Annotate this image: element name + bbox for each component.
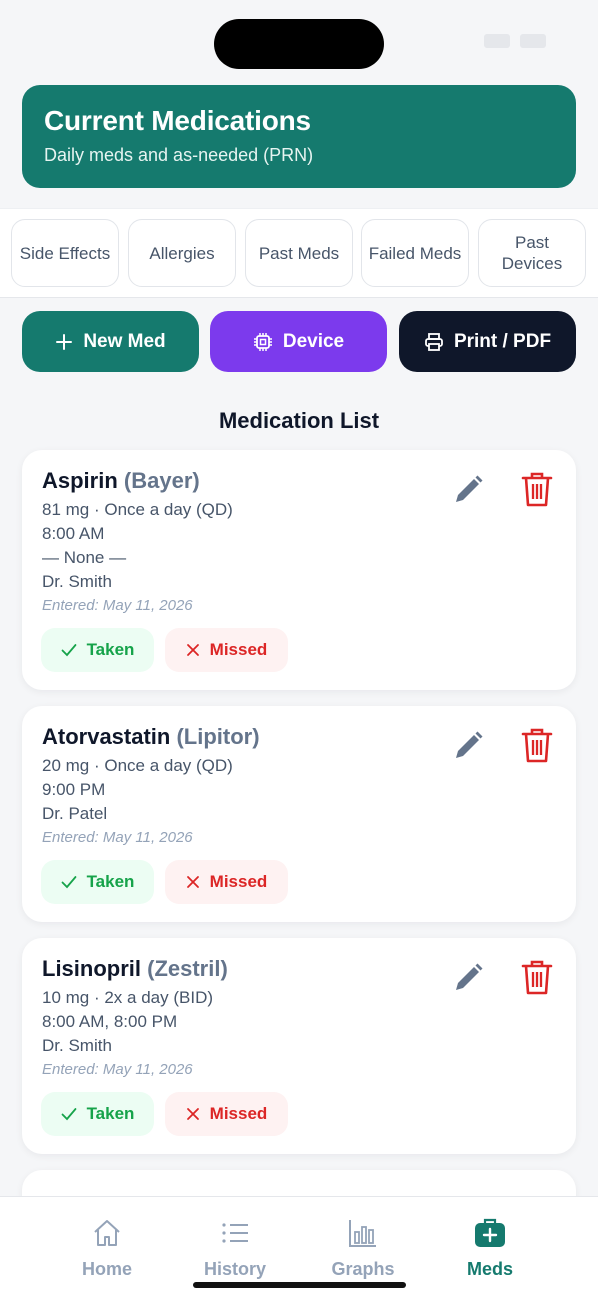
medication-card: Lisinopril (Zestril) 10 mg · 2x a day (B…: [22, 938, 576, 1154]
medication-card: Aspirin (Bayer) 81 mg · Once a day (QD) …: [22, 450, 576, 690]
missed-label: Missed: [209, 1104, 268, 1123]
edit-pencil-icon[interactable]: [450, 472, 486, 508]
taken-button[interactable]: Taken: [41, 1092, 154, 1136]
chip-icon: [253, 332, 272, 351]
tab-past-devices[interactable]: Past Devices: [478, 219, 586, 287]
status-icons: [484, 34, 546, 48]
taken-label: Taken: [86, 640, 135, 659]
home-indicator: [193, 1282, 406, 1288]
nav-meds[interactable]: Meds: [430, 1217, 550, 1280]
medication-time: 8:00 AM: [42, 524, 105, 543]
medication-time: 8:00 AM, 8:00 PM: [42, 1012, 178, 1031]
home-icon: [94, 1220, 120, 1246]
tab-failed-meds[interactable]: Failed Meds: [361, 219, 469, 287]
check-icon: [61, 876, 76, 889]
tab-side-effects[interactable]: Side Effects: [11, 219, 119, 287]
medication-name: Lisinopril: [42, 956, 141, 981]
taken-button[interactable]: Taken: [41, 628, 154, 672]
edit-pencil-icon[interactable]: [450, 728, 486, 764]
page-subtitle: Daily meds and as-needed (PRN): [44, 145, 314, 165]
medication-name-line: Lisinopril (Zestril): [42, 956, 228, 982]
nav-graphs[interactable]: Graphs: [303, 1217, 423, 1280]
missed-button[interactable]: Missed: [165, 1092, 288, 1136]
taken-button[interactable]: Taken: [41, 860, 154, 904]
medication-name: Atorvastatin: [42, 724, 171, 749]
missed-button[interactable]: Missed: [165, 628, 288, 672]
medication-doctor: Dr. Smith: [42, 572, 112, 591]
delete-trash-icon[interactable]: [520, 470, 554, 508]
medication-card: Atorvastatin (Lipitor) 20 mg · Once a da…: [22, 706, 576, 922]
header-card: Current Medications Daily meds and as-ne…: [22, 85, 576, 188]
category-tabs: Side Effects Allergies Past Meds Failed …: [0, 208, 598, 298]
nav-history-label: History: [203, 1259, 266, 1279]
missed-button[interactable]: Missed: [165, 860, 288, 904]
medication-name-line: Atorvastatin (Lipitor): [42, 724, 260, 750]
device-button[interactable]: Device: [210, 311, 387, 372]
medkit-icon: [475, 1218, 505, 1247]
page-title: Current Medications: [44, 105, 311, 136]
medication-entered-date: Entered: May 11, 2026: [42, 829, 193, 846]
medication-time: 9:00 PM: [42, 780, 106, 799]
check-icon: [61, 1108, 76, 1121]
medication-dose: 20 mg · Once a day (QD): [42, 756, 233, 775]
x-icon: [186, 876, 199, 888]
signal-icon: [484, 34, 510, 48]
taken-label: Taken: [86, 1104, 135, 1123]
medication-dose: 10 mg · 2x a day (BID): [42, 988, 214, 1007]
medication-entered-date: Entered: May 11, 2026: [42, 597, 193, 614]
printer-icon: [425, 332, 443, 351]
edit-pencil-icon[interactable]: [450, 960, 486, 996]
medication-doctor: Dr. Smith: [42, 1036, 112, 1055]
device-label: Device: [282, 330, 345, 352]
delete-trash-icon[interactable]: [520, 958, 554, 996]
tab-past-meds[interactable]: Past Meds: [245, 219, 353, 287]
print-pdf-label: Print / PDF: [453, 330, 552, 352]
nav-home[interactable]: Home: [47, 1217, 167, 1280]
print-pdf-button[interactable]: Print / PDF: [399, 311, 576, 372]
missed-label: Missed: [209, 872, 268, 891]
medication-name-line: Aspirin (Bayer): [42, 468, 200, 494]
check-icon: [61, 644, 76, 657]
medication-list-title: Medication List: [218, 408, 380, 433]
x-icon: [186, 644, 199, 656]
medication-brand: (Zestril): [147, 956, 228, 981]
tab-allergies[interactable]: Allergies: [128, 219, 236, 287]
medication-brand: (Lipitor): [176, 724, 260, 749]
bar-chart-icon: [349, 1220, 376, 1247]
medication-name: Aspirin: [42, 468, 118, 493]
list-icon: [222, 1223, 248, 1243]
medication-dose: 81 mg · Once a day (QD): [42, 500, 233, 519]
medication-entered-date: Entered: May 11, 2026: [42, 1061, 193, 1078]
nav-home-label: Home: [81, 1259, 132, 1279]
dynamic-island: [214, 19, 384, 69]
nav-meds-label: Meds: [466, 1259, 513, 1279]
medication-notes: — None —: [42, 548, 127, 567]
x-icon: [186, 1108, 199, 1120]
battery-icon: [520, 34, 546, 48]
plus-icon: [56, 333, 73, 350]
new-med-button[interactable]: New Med: [22, 311, 199, 372]
new-med-label: New Med: [83, 330, 166, 352]
medication-doctor: Dr. Patel: [42, 804, 108, 823]
medication-brand: (Bayer): [123, 468, 200, 493]
nav-history[interactable]: History: [175, 1217, 295, 1280]
taken-label: Taken: [86, 872, 135, 891]
delete-trash-icon[interactable]: [520, 726, 554, 764]
missed-label: Missed: [209, 640, 268, 659]
status-bar: [0, 0, 598, 80]
nav-graphs-label: Graphs: [331, 1259, 395, 1279]
